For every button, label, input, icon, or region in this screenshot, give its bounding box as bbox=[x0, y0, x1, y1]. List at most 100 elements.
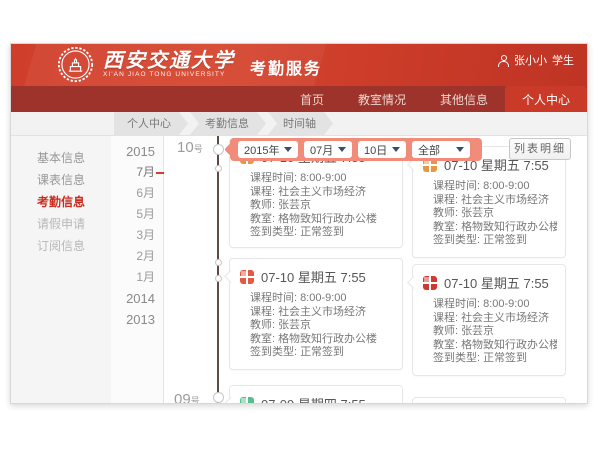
card-field: 教室:格物致知行政办公楼 bbox=[250, 213, 394, 227]
main-nav: 首页 教室情况 其他信息 个人中心 bbox=[11, 86, 587, 112]
month-select-value: 07月 bbox=[310, 142, 333, 158]
university-name: 西安交通大学 XI'AN JIAO TONG UNIVERSITY bbox=[103, 50, 235, 79]
nav-item-classrooms[interactable]: 教室情况 bbox=[341, 86, 423, 112]
university-name-cn: 西安交通大学 bbox=[103, 50, 235, 70]
timeline-period-2014[interactable]: 2014 bbox=[111, 288, 163, 309]
timeline-dot bbox=[215, 259, 222, 266]
day-unit: 号 bbox=[194, 144, 203, 154]
timeline-axis bbox=[217, 136, 219, 403]
timeline-period-list: 2015 7月 6月 5月 3月 2月 1月 2014 2013 bbox=[111, 136, 164, 403]
card-field: 课程时间:8:00-9:00 bbox=[250, 172, 394, 186]
card-field: 教师:张芸京 bbox=[250, 319, 394, 333]
breadcrumb: 个人中心 考勤信息 时间轴 bbox=[11, 112, 587, 136]
app-title: 考勤服务 bbox=[250, 55, 322, 79]
attendance-card: 07-10 星期五 7:55 课程时间:8:00-9:00课程:社会主义市场经济… bbox=[229, 258, 403, 370]
card-field: 课程:社会主义市场经济 bbox=[250, 306, 394, 320]
card-field: 课程:社会主义市场经济 bbox=[433, 312, 557, 326]
day-label-09: 09号 bbox=[174, 391, 200, 404]
timeline-period-may[interactable]: 5月 bbox=[111, 204, 163, 225]
attendance-card: 07-10 星期五 7:55 课程时间:8:00-9:00课程:社会主义市场经济… bbox=[412, 146, 566, 258]
card-field: 教室:格物致知行政办公楼 bbox=[433, 221, 557, 235]
month-select[interactable]: 07月 bbox=[304, 141, 352, 158]
timeline-dot bbox=[213, 392, 224, 403]
chevron-down-icon bbox=[456, 147, 464, 152]
card-field: 签到类型:正常签到 bbox=[250, 346, 394, 360]
card-fields: 课程时间:8:00-9:00课程:社会主义市场经济教师:张芸京教室:格物致知行政… bbox=[230, 292, 402, 369]
person-icon bbox=[498, 55, 509, 66]
nav-item-home[interactable]: 首页 bbox=[283, 86, 341, 112]
card-field: 课程时间:8:00-9:00 bbox=[433, 180, 557, 194]
timeline-period-2013[interactable]: 2013 bbox=[111, 309, 163, 330]
user-name: 张小小 bbox=[514, 52, 547, 68]
card-field: 教室:格物致知行政办公楼 bbox=[433, 339, 557, 353]
card-field: 课程:社会主义市场经济 bbox=[433, 194, 557, 208]
breadcrumb-item-timeline[interactable]: 时间轴 bbox=[268, 112, 333, 135]
day-number: 10 bbox=[177, 139, 194, 156]
sidebar: 基本信息 课表信息 考勤信息 请假申请 订阅信息 bbox=[11, 136, 111, 403]
timeline-period-january[interactable]: 1月 bbox=[111, 267, 163, 288]
chevron-down-icon bbox=[284, 147, 292, 152]
day-unit: 号 bbox=[191, 396, 200, 404]
day-select[interactable]: 10日 bbox=[358, 141, 406, 158]
type-select[interactable]: 全部 bbox=[412, 141, 470, 158]
timeline-dot bbox=[213, 144, 224, 155]
card-field: 课程时间:8:00-9:00 bbox=[433, 298, 557, 312]
year-select-value: 2015年 bbox=[244, 142, 279, 158]
card-field: 教师:张芸京 bbox=[250, 199, 394, 213]
timeline-period-june[interactable]: 6月 bbox=[111, 183, 163, 204]
card-header: 07-10 星期五 7:55 bbox=[413, 265, 565, 296]
day-label-10: 10号 bbox=[177, 139, 203, 157]
card-field: 课程时间:8:00-9:00 bbox=[250, 292, 394, 306]
sidebar-item-schedule-info[interactable]: 课表信息 bbox=[11, 169, 111, 191]
day-select-value: 10日 bbox=[364, 142, 387, 158]
user-info[interactable]: 张小小 学生 bbox=[498, 52, 574, 68]
seal-icon bbox=[423, 276, 437, 290]
chevron-down-icon bbox=[338, 147, 346, 152]
day-number: 09 bbox=[174, 391, 191, 404]
date-filter-bar: 2015年 07月 10日 全部 bbox=[230, 138, 482, 161]
timeline-dot bbox=[215, 275, 222, 282]
timeline-period-2015[interactable]: 2015 bbox=[111, 141, 163, 162]
card-field: 签到类型:正常签到 bbox=[250, 226, 394, 240]
breadcrumb-item-personal-center[interactable]: 个人中心 bbox=[114, 112, 188, 135]
card-title: 07-10 星期五 7:55 bbox=[444, 273, 549, 292]
nav-item-personal-center[interactable]: 个人中心 bbox=[505, 86, 587, 112]
attendance-card: 07-10 星期五 7:55 课程时间:8:00-9:00课程:社会主义市场经济… bbox=[412, 264, 566, 376]
university-name-en: XI'AN JIAO TONG UNIVERSITY bbox=[103, 72, 235, 79]
card-title: 07-10 星期五 7:55 bbox=[261, 267, 366, 286]
list-detail-button[interactable]: 列表明细 bbox=[509, 138, 571, 160]
timeline-period-february[interactable]: 2月 bbox=[111, 246, 163, 267]
app-header: 西安交通大学 XI'AN JIAO TONG UNIVERSITY 考勤服务 张… bbox=[11, 44, 587, 86]
sidebar-item-basic-info[interactable]: 基本信息 bbox=[11, 147, 111, 169]
university-logo-icon bbox=[57, 46, 94, 83]
breadcrumb-item-attendance-info[interactable]: 考勤信息 bbox=[190, 112, 266, 135]
sidebar-item-subscription-info[interactable]: 订阅信息 bbox=[11, 235, 111, 257]
sidebar-item-attendance-info[interactable]: 考勤信息 bbox=[11, 191, 111, 213]
type-select-value: 全部 bbox=[418, 142, 440, 158]
user-role: 学生 bbox=[552, 52, 574, 68]
current-period-marker bbox=[156, 172, 164, 174]
card-header: 07-09 星期四 7:55 bbox=[230, 386, 402, 404]
attendance-card: 07-09 星期四 7:55 课程时间:8:00-9:00课程:社会主义市场经济… bbox=[229, 385, 403, 404]
attendance-card-partial bbox=[412, 397, 566, 404]
seal-icon bbox=[240, 397, 254, 405]
card-field: 签到类型:正常签到 bbox=[433, 234, 557, 248]
card-field: 教师:张芸京 bbox=[433, 325, 557, 339]
nav-item-other-info[interactable]: 其他信息 bbox=[423, 86, 505, 112]
card-header: 07-10 星期五 7:55 bbox=[230, 259, 402, 290]
card-field: 课程:社会主义市场经济 bbox=[250, 186, 394, 200]
card-fields: 课程时间:8:00-9:00课程:社会主义市场经济教师:张芸京教室:格物致知行政… bbox=[230, 172, 402, 248]
card-field: 签到类型:正常签到 bbox=[433, 352, 557, 366]
card-title: 07-09 星期四 7:55 bbox=[261, 394, 366, 404]
card-fields: 课程时间:8:00-9:00课程:社会主义市场经济教师:张芸京教室:格物致知行政… bbox=[413, 180, 565, 257]
card-field: 教室:格物致知行政办公楼 bbox=[250, 333, 394, 347]
card-field: 教师:张芸京 bbox=[433, 207, 557, 221]
sidebar-item-leave-request[interactable]: 请假申请 bbox=[11, 213, 111, 235]
seal-icon bbox=[240, 270, 254, 284]
card-fields: 课程时间:8:00-9:00课程:社会主义市场经济教师:张芸京教室:格物致知行政… bbox=[413, 298, 565, 375]
brand: 西安交通大学 XI'AN JIAO TONG UNIVERSITY 考勤服务 bbox=[57, 46, 322, 83]
attendance-app-window: 西安交通大学 XI'AN JIAO TONG UNIVERSITY 考勤服务 张… bbox=[10, 43, 588, 404]
chevron-down-icon bbox=[392, 147, 400, 152]
timeline-period-march[interactable]: 3月 bbox=[111, 225, 163, 246]
year-select[interactable]: 2015年 bbox=[238, 141, 298, 158]
